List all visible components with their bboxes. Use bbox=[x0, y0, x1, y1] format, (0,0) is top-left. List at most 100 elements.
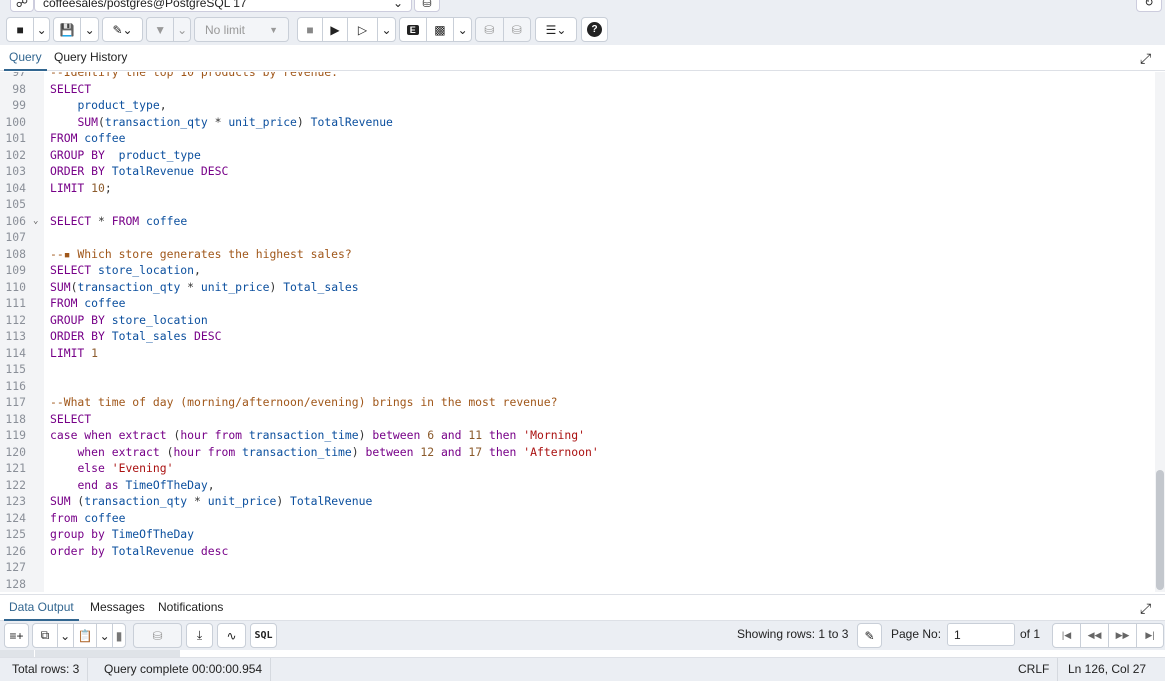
copy-icon[interactable]: ⧉ bbox=[33, 624, 58, 647]
code-token: GROUP BY bbox=[50, 147, 105, 162]
page-number-input[interactable]: 1 bbox=[947, 623, 1015, 646]
fold-chevron-icon[interactable]: ⌄ bbox=[33, 213, 38, 230]
open-file-button[interactable]: ■ bbox=[7, 18, 35, 41]
refresh-icon[interactable]: ↻ bbox=[1136, 0, 1162, 12]
code-token: and bbox=[440, 428, 462, 442]
edit-button[interactable]: ✎⌄ bbox=[103, 18, 142, 41]
code-line: 99 product_type, bbox=[0, 97, 1155, 114]
first-page-icon[interactable]: |◀ bbox=[1053, 624, 1081, 647]
graph-icon[interactable]: ∿ bbox=[218, 624, 245, 647]
tab-data-output[interactable]: Data Output bbox=[4, 595, 79, 621]
code-text: from coffee bbox=[50, 510, 125, 527]
connection-select[interactable]: coffeesales/postgres@PostgreSQL 17 ⌄ bbox=[34, 0, 412, 12]
save-data-icon[interactable]: ⛁ bbox=[134, 624, 181, 647]
code-token: store_location bbox=[111, 312, 208, 327]
line-number: 100 bbox=[5, 114, 26, 129]
connection-icon[interactable]: ☍ bbox=[10, 0, 34, 12]
code-token: --Identify the top 10 products by revenu… bbox=[50, 72, 339, 79]
code-token: then bbox=[488, 428, 517, 442]
save-button[interactable]: 💾 bbox=[54, 18, 82, 41]
macros-button[interactable]: ☰⌄ bbox=[536, 18, 576, 41]
tab-query-history[interactable]: Query History bbox=[49, 45, 132, 71]
line-number: 108 bbox=[5, 246, 26, 261]
code-token: then bbox=[488, 444, 517, 459]
code-token: Total_sales bbox=[111, 329, 188, 343]
code-token: DESC bbox=[200, 164, 229, 178]
limit-value: No limit bbox=[205, 22, 246, 37]
code-token: 'Morning' bbox=[523, 428, 585, 442]
execute-script-button[interactable]: ▷ bbox=[348, 18, 378, 41]
tab-notifications[interactable]: Notifications bbox=[153, 595, 228, 621]
code-line: 109 SELECT store_location, bbox=[0, 262, 1155, 279]
line-number: 114 bbox=[5, 345, 26, 360]
code-token: * bbox=[180, 279, 201, 294]
sql-button[interactable]: SQL bbox=[251, 624, 276, 647]
edit-rows-icon[interactable]: ✎ bbox=[858, 624, 881, 647]
code-token: ; bbox=[104, 180, 112, 195]
status-bar: Total rows: 3 Query complete 00:00:00.95… bbox=[0, 657, 1165, 681]
paste-icon[interactable]: 📋 bbox=[74, 624, 98, 647]
line-number: 111 bbox=[5, 296, 26, 310]
line-number: 126 bbox=[5, 543, 26, 558]
help-icon[interactable]: ? bbox=[582, 18, 607, 41]
chevron-down-icon[interactable]: ⌄ bbox=[81, 18, 98, 41]
code-token: TotalRevenue bbox=[111, 164, 195, 178]
execute-button[interactable]: ▶ bbox=[323, 18, 348, 41]
code-line: 107 bbox=[0, 229, 1155, 246]
code-text: when extract (hour from transaction_time… bbox=[50, 444, 598, 461]
chevron-down-icon[interactable]: ⌄ bbox=[454, 18, 471, 41]
tab-messages[interactable]: Messages bbox=[85, 595, 150, 621]
code-token: ORDER BY bbox=[50, 329, 105, 343]
limit-select[interactable]: No limit ▼ bbox=[195, 18, 288, 41]
add-row-icon[interactable]: ≡+ bbox=[5, 624, 28, 647]
explain-button[interactable]: E bbox=[400, 18, 427, 41]
code-line: 128 bbox=[0, 576, 1155, 593]
commit-icon[interactable]: ⛁ bbox=[476, 18, 504, 41]
delete-icon[interactable]: ▮ bbox=[113, 624, 125, 647]
chevron-down-icon[interactable]: ⌄ bbox=[34, 18, 49, 41]
code-token: from bbox=[50, 510, 78, 525]
sql-editor[interactable]: 97 --Identify the top 10 products by reve… bbox=[0, 72, 1155, 592]
expand-icon[interactable]: ⤢ bbox=[1140, 600, 1151, 617]
code-token: unit_price bbox=[207, 494, 277, 508]
code-line: 127 bbox=[0, 559, 1155, 576]
download-icon[interactable]: ⤓ bbox=[187, 624, 212, 647]
prev-page-icon[interactable]: ◀◀ bbox=[1081, 624, 1109, 647]
result-tabs: Data Output Messages Notifications ⤢ bbox=[0, 594, 1165, 621]
new-connection-button[interactable]: ⛁ bbox=[414, 0, 440, 12]
tab-query[interactable]: Query bbox=[4, 45, 47, 71]
chevron-down-icon[interactable]: ⌄ bbox=[174, 18, 190, 41]
line-number: 110 bbox=[5, 279, 26, 294]
explain-analyze-button[interactable]: ▩ bbox=[427, 18, 455, 41]
code-token: store_location bbox=[98, 263, 195, 277]
next-page-icon[interactable]: ▶▶ bbox=[1109, 624, 1137, 647]
code-token: transaction_qty bbox=[77, 279, 181, 294]
code-token: GROUP BY bbox=[50, 312, 105, 327]
code-token: coffee bbox=[146, 213, 188, 228]
expand-icon[interactable]: ⤢ bbox=[1140, 50, 1151, 67]
editor-tabs: Query Query History ⤢ bbox=[0, 45, 1165, 71]
code-line: 117 --What time of day (morning/afternoon… bbox=[0, 394, 1155, 411]
code-token: ) bbox=[358, 428, 373, 442]
code-token: SELECT bbox=[50, 213, 92, 228]
chevron-down-icon[interactable]: ⌄ bbox=[97, 624, 114, 647]
code-text: SUM(transaction_qty * unit_price) TotalR… bbox=[50, 114, 392, 131]
stop-button[interactable]: ■ bbox=[298, 18, 323, 41]
line-number: 119 bbox=[5, 428, 26, 442]
code-text: SELECT bbox=[50, 81, 91, 98]
last-page-icon[interactable]: ▶| bbox=[1137, 624, 1163, 647]
line-number: 124 bbox=[5, 510, 26, 525]
code-token: ( bbox=[166, 428, 181, 442]
chevron-down-icon[interactable]: ⌄ bbox=[58, 624, 74, 647]
scrollbar-thumb[interactable] bbox=[1156, 470, 1164, 590]
code-token: end as bbox=[77, 477, 119, 492]
chevron-down-icon[interactable]: ⌄ bbox=[378, 18, 395, 41]
code-line: 106 ⌄ SELECT * FROM coffee bbox=[0, 213, 1155, 230]
code-text: FROM coffee bbox=[50, 130, 125, 147]
code-token: ( bbox=[70, 494, 85, 508]
code-token: hour from bbox=[180, 428, 243, 442]
rollback-icon[interactable]: ⛁ bbox=[504, 18, 531, 41]
code-line: 124 from coffee bbox=[0, 510, 1155, 527]
filter-icon[interactable]: ▼ bbox=[147, 18, 175, 41]
